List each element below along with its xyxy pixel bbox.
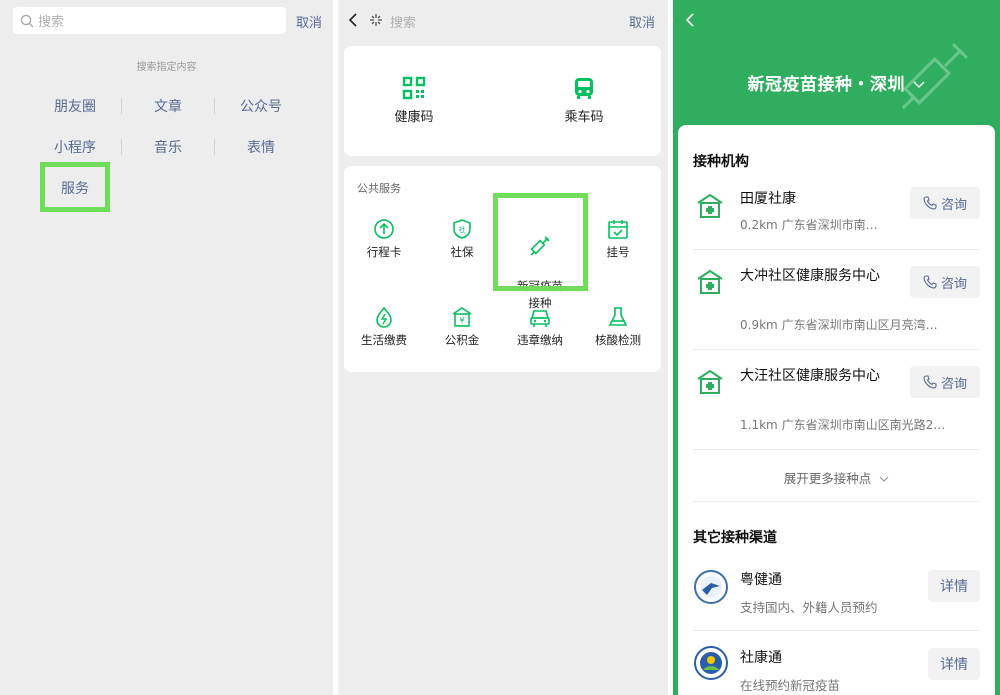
details-button[interactable]: 详情 [928, 648, 980, 680]
service-label: 社保 [450, 245, 474, 259]
channel-name[interactable]: 社康通 [740, 649, 895, 668]
category-stickers[interactable]: 表情 [216, 137, 306, 157]
health-code-label: 健康码 [394, 110, 434, 125]
house-yen-icon: ¥ [452, 307, 472, 327]
channel-name[interactable]: 粤健通 [740, 571, 895, 590]
section-title: 接种机构 [693, 154, 749, 170]
service-label: 行程卡 [366, 245, 402, 259]
divider [121, 98, 122, 114]
highlight-box [493, 193, 588, 291]
divider [121, 139, 122, 155]
services-panel: 搜索 取消 健康码 乘车码 公共服务 行程卡 社 社保 新冠疫苗 接种 挂号 生… [338, 0, 668, 695]
org-name[interactable]: 大冲社区健康服务中心 [740, 267, 890, 286]
search-input[interactable]: 搜索 [390, 12, 416, 31]
highlight-box [40, 162, 110, 212]
vaccine-page: 新冠疫苗接种・深圳 接种机构 田厦社康 0.2km 广东省深圳市南… 咨询 大冲… [673, 0, 1000, 695]
back-chevron-icon[interactable] [348, 12, 358, 28]
phone-icon [923, 275, 937, 289]
service-utilities[interactable]: 生活缴费 [346, 306, 422, 349]
clinic-icon [697, 369, 723, 394]
category-official-accounts[interactable]: 公众号 [216, 96, 306, 116]
org-name[interactable]: 田厦社康 [740, 190, 895, 209]
page-title[interactable]: 新冠疫苗接种・深圳 [673, 70, 1000, 95]
expand-more-button[interactable]: 展开更多接种点 [678, 468, 995, 487]
service-housing-fund[interactable]: ¥ 公积金 [424, 306, 500, 349]
divider [693, 349, 980, 350]
divider [693, 501, 980, 502]
consult-button[interactable]: 咨询 [910, 187, 980, 219]
chevron-down-icon [913, 81, 925, 89]
shield-icon: 社 [453, 219, 471, 239]
cancel-button[interactable]: 取消 [629, 12, 655, 31]
yuejiantong-logo-icon [694, 570, 728, 604]
transit-code-label: 乘车码 [564, 110, 604, 125]
svg-text:社: 社 [459, 225, 466, 234]
bolt-drop-icon [376, 306, 392, 328]
phone-icon [923, 375, 937, 389]
flask-icon [608, 307, 628, 326]
service-label: 挂号 [606, 245, 630, 259]
category-music[interactable]: 音乐 [123, 137, 213, 157]
org-address: 0.9km 广东省深圳市南山区月亮湾… [740, 318, 938, 332]
search-hint: 搜索指定内容 [136, 62, 197, 73]
qr-code-icon [402, 76, 426, 100]
search-panel: 搜索 取消 搜索指定内容 朋友圈 文章 公众号 小程序 音乐 表情 服务 [0, 0, 333, 695]
consult-button[interactable]: 咨询 [910, 266, 980, 298]
divider [693, 249, 980, 250]
service-label: 生活缴费 [361, 333, 407, 347]
shekangtong-logo-icon [694, 646, 728, 680]
service-label: 核酸检测 [595, 333, 641, 347]
section-title: 其它接种渠道 [693, 530, 777, 546]
divider [693, 449, 980, 450]
service-nucleic-test[interactable]: 核酸检测 [580, 306, 656, 349]
section-title: 公共服务 [357, 182, 401, 195]
org-address: 1.1km 广东省深圳市南山区南光路2… [740, 418, 946, 432]
clinic-icon [697, 193, 723, 218]
phone-icon [923, 196, 937, 210]
chevron-down-icon [879, 476, 889, 482]
back-chevron-icon[interactable] [685, 12, 695, 28]
consult-button[interactable]: 咨询 [910, 366, 980, 398]
car-icon [530, 310, 550, 327]
category-mini-programs[interactable]: 小程序 [30, 137, 120, 157]
org-name[interactable]: 大汪社区健康服务中心 [740, 367, 890, 386]
star-loading-icon [370, 14, 382, 26]
service-social-security[interactable]: 社 社保 [424, 218, 500, 261]
search-placeholder: 搜索 [38, 15, 65, 30]
details-button[interactable]: 详情 [928, 570, 980, 602]
service-traffic-fines[interactable]: 违章缴纳 [502, 306, 578, 349]
transit-code-item[interactable]: 乘车码 [524, 76, 644, 125]
calendar-check-icon [608, 220, 628, 239]
divider [214, 98, 215, 114]
svg-text:¥: ¥ [459, 316, 464, 325]
content-card: 接种机构 田厦社康 0.2km 广东省深圳市南… 咨询 大冲社区健康服务中心 0… [678, 125, 995, 695]
health-code-item[interactable]: 健康码 [354, 76, 474, 125]
clinic-icon [697, 269, 723, 294]
service-registration[interactable]: 挂号 [580, 218, 656, 261]
org-address: 0.2km 广东省深圳市南… [740, 218, 878, 232]
cancel-button[interactable]: 取消 [296, 12, 322, 31]
search-icon [20, 14, 34, 27]
search-bar[interactable]: 搜索 [13, 7, 286, 34]
quick-card: 健康码 乘车码 [344, 46, 661, 156]
bus-icon [575, 78, 593, 99]
arrow-up-circle-icon [374, 219, 394, 239]
service-label: 违章缴纳 [517, 333, 563, 347]
service-label: 公积金 [444, 333, 480, 347]
service-itinerary-card[interactable]: 行程卡 [346, 218, 422, 261]
category-articles[interactable]: 文章 [123, 96, 213, 116]
category-moments[interactable]: 朋友圈 [30, 96, 120, 116]
divider [214, 139, 215, 155]
divider [693, 630, 980, 631]
